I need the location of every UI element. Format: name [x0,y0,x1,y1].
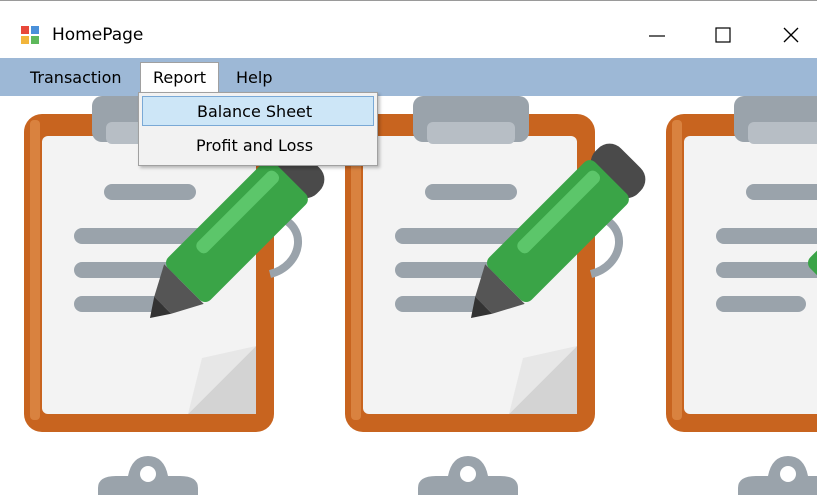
clipboard-clip-icon [738,456,817,495]
clipboard-clip-icon [418,456,518,495]
clipboard-icon [666,96,817,432]
minimize-button[interactable] [634,17,680,53]
maximize-button[interactable] [700,17,746,53]
clipboard-clip-icon [98,456,198,495]
report-dropdown: Balance Sheet Profit and Loss [138,92,378,166]
menu-help[interactable]: Help [226,64,282,92]
background-image-area [0,96,817,495]
title-bar: HomePage [0,0,817,58]
menu-report[interactable]: Report [140,62,220,96]
menu-bar: Transaction Report Help [0,58,817,96]
app-icon [20,25,40,45]
minimize-icon [649,35,665,37]
maximize-icon [715,27,731,43]
menu-item-profit-and-loss[interactable]: Profit and Loss [142,131,374,161]
window-title: HomePage [52,25,144,45]
close-button[interactable] [768,17,814,53]
close-icon [783,27,799,43]
clipboard-icon [345,96,646,432]
menu-item-balance-sheet[interactable]: Balance Sheet [142,96,374,126]
menu-transaction[interactable]: Transaction [20,64,132,92]
